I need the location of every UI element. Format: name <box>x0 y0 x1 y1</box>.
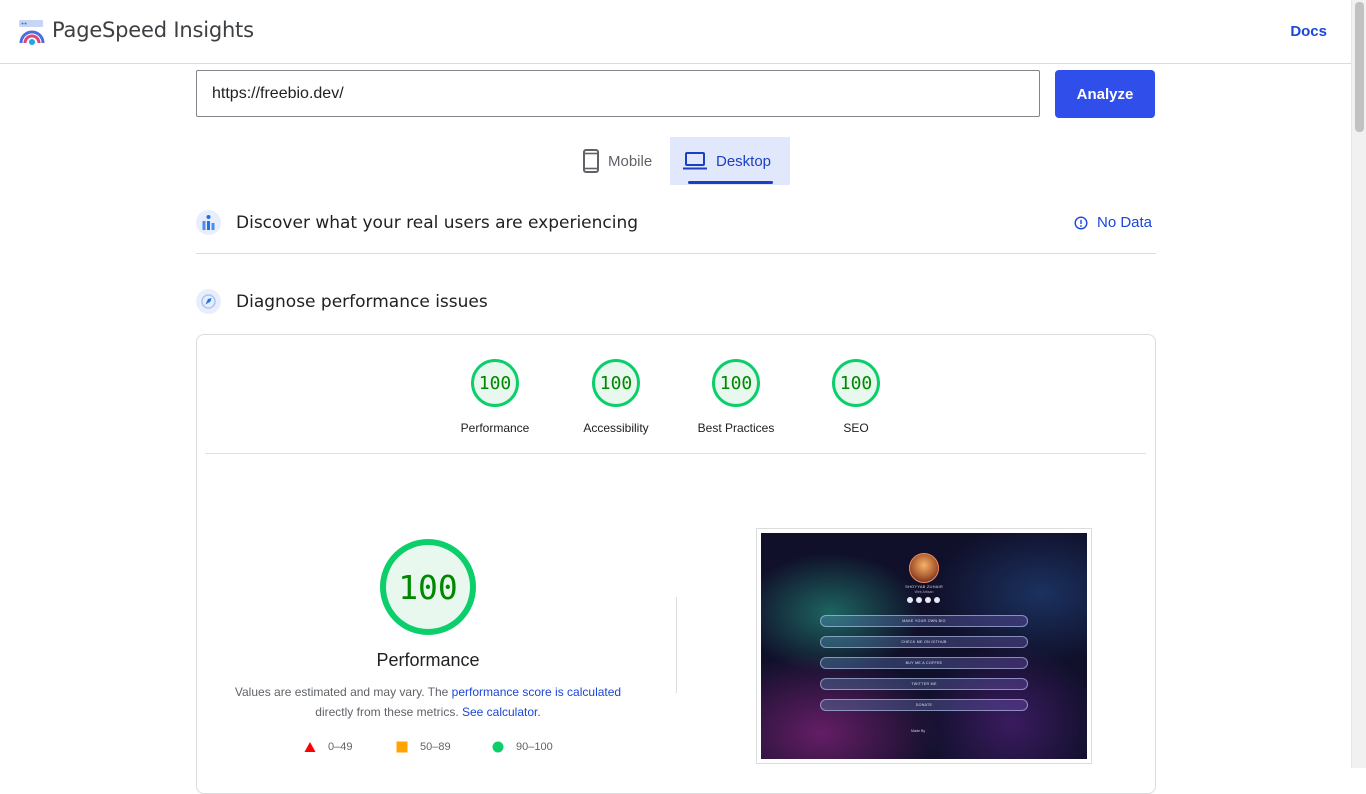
desc-prefix: Values are estimated and may vary. The <box>234 685 452 699</box>
tab-mobile-label: Mobile <box>608 152 653 170</box>
performance-description: Values are estimated and may vary. The p… <box>228 682 628 722</box>
preview-button: DONATE <box>820 699 1028 711</box>
gauges-divider <box>205 453 1146 454</box>
no-data-label: No Data <box>1097 214 1153 231</box>
legend-pass: 90–100 <box>492 741 553 753</box>
preview-social-icons <box>907 597 940 603</box>
app-title: PageSpeed Insights <box>52 18 254 42</box>
score-value: 100 <box>478 372 512 394</box>
legend-average-range: 50–89 <box>420 741 451 753</box>
gauge-label: Performance <box>460 421 530 435</box>
final-screenshot: SHOYYAB ZUHAIR Web Artisan MAKE YOUR OWN… <box>761 533 1087 759</box>
selected-tab-indicator <box>688 181 773 184</box>
preview-button: BUY ME A COFFEE <box>820 657 1028 669</box>
performance-score-gauge: 100 <box>380 539 476 635</box>
score-calculated-link[interactable]: performance score is calculated <box>452 685 621 699</box>
preview-button: MAKE YOUR OWN BIO <box>820 615 1028 627</box>
docs-link[interactable]: Docs <box>1290 23 1327 40</box>
gauge-accessibility[interactable]: 100 Accessibility <box>556 358 676 448</box>
section-divider <box>196 253 1156 254</box>
legend-fail-range: 0–49 <box>328 741 353 753</box>
triangle-icon <box>304 742 316 752</box>
github-icon <box>934 597 940 603</box>
score-ring: 100 <box>832 359 880 407</box>
scrollbar-thumb[interactable] <box>1355 2 1364 132</box>
url-input[interactable] <box>196 70 1040 117</box>
no-data-status[interactable]: No Data <box>1074 214 1152 231</box>
vertical-divider <box>676 597 677 693</box>
preview-subtitle: Web Artisan <box>914 590 934 594</box>
info-icon <box>1074 215 1088 230</box>
preview-button: CHECK ME ON GITHUB <box>820 636 1028 648</box>
phone-icon <box>583 149 599 173</box>
preview-avatar <box>909 553 939 583</box>
gauge-best-practices[interactable]: 100 Best Practices <box>676 358 796 448</box>
analyze-button[interactable]: Analyze <box>1055 70 1155 118</box>
legend-average: 50–89 <box>396 741 451 753</box>
legend-fail: 0–49 <box>304 741 352 753</box>
score-ring: 100 <box>592 359 640 407</box>
preview-button: TWITTER ME <box>820 678 1028 690</box>
real-users-icon <box>196 210 221 235</box>
gauge-label: Accessibility <box>583 421 649 435</box>
score-value: 100 <box>719 372 753 394</box>
tab-desktop[interactable]: Desktop <box>670 137 790 185</box>
performance-score: 100 <box>398 567 458 607</box>
score-ring: 100 <box>471 359 519 407</box>
score-ring: 100 <box>712 359 760 407</box>
desc-middle: directly from these metrics. <box>315 705 462 719</box>
gauge-label: SEO <box>843 421 869 435</box>
legend-pass-range: 90–100 <box>516 741 553 753</box>
gauge-performance[interactable]: 100 Performance <box>435 358 555 448</box>
preview-name: SHOYYAB ZUHAIR <box>905 584 943 589</box>
performance-title: Performance <box>376 650 480 670</box>
preview-footer: Made By <box>911 729 926 733</box>
tab-mobile[interactable]: Mobile <box>570 137 670 185</box>
diagnose-icon <box>196 289 221 314</box>
diagnose-title: Diagnose performance issues <box>236 292 488 312</box>
top-app-bar: PageSpeed Insights Docs <box>0 0 1351 64</box>
twitter-icon <box>907 597 913 603</box>
gauge-label: Best Practices <box>697 421 775 435</box>
see-calculator-link[interactable]: See calculator. <box>462 705 541 719</box>
square-icon <box>396 741 408 753</box>
tab-desktop-label: Desktop <box>716 152 772 170</box>
linkedin-icon <box>925 597 931 603</box>
circle-icon <box>492 741 504 753</box>
gauge-seo[interactable]: 100 SEO <box>796 358 916 448</box>
score-value: 100 <box>599 372 633 394</box>
instagram-icon <box>916 597 922 603</box>
field-data-title: Discover what your real users are experi… <box>236 213 639 233</box>
pagespeed-logo-icon[interactable] <box>18 18 46 46</box>
page-scrollbar[interactable] <box>1351 0 1366 768</box>
laptop-icon <box>683 152 707 170</box>
score-value: 100 <box>839 372 873 394</box>
